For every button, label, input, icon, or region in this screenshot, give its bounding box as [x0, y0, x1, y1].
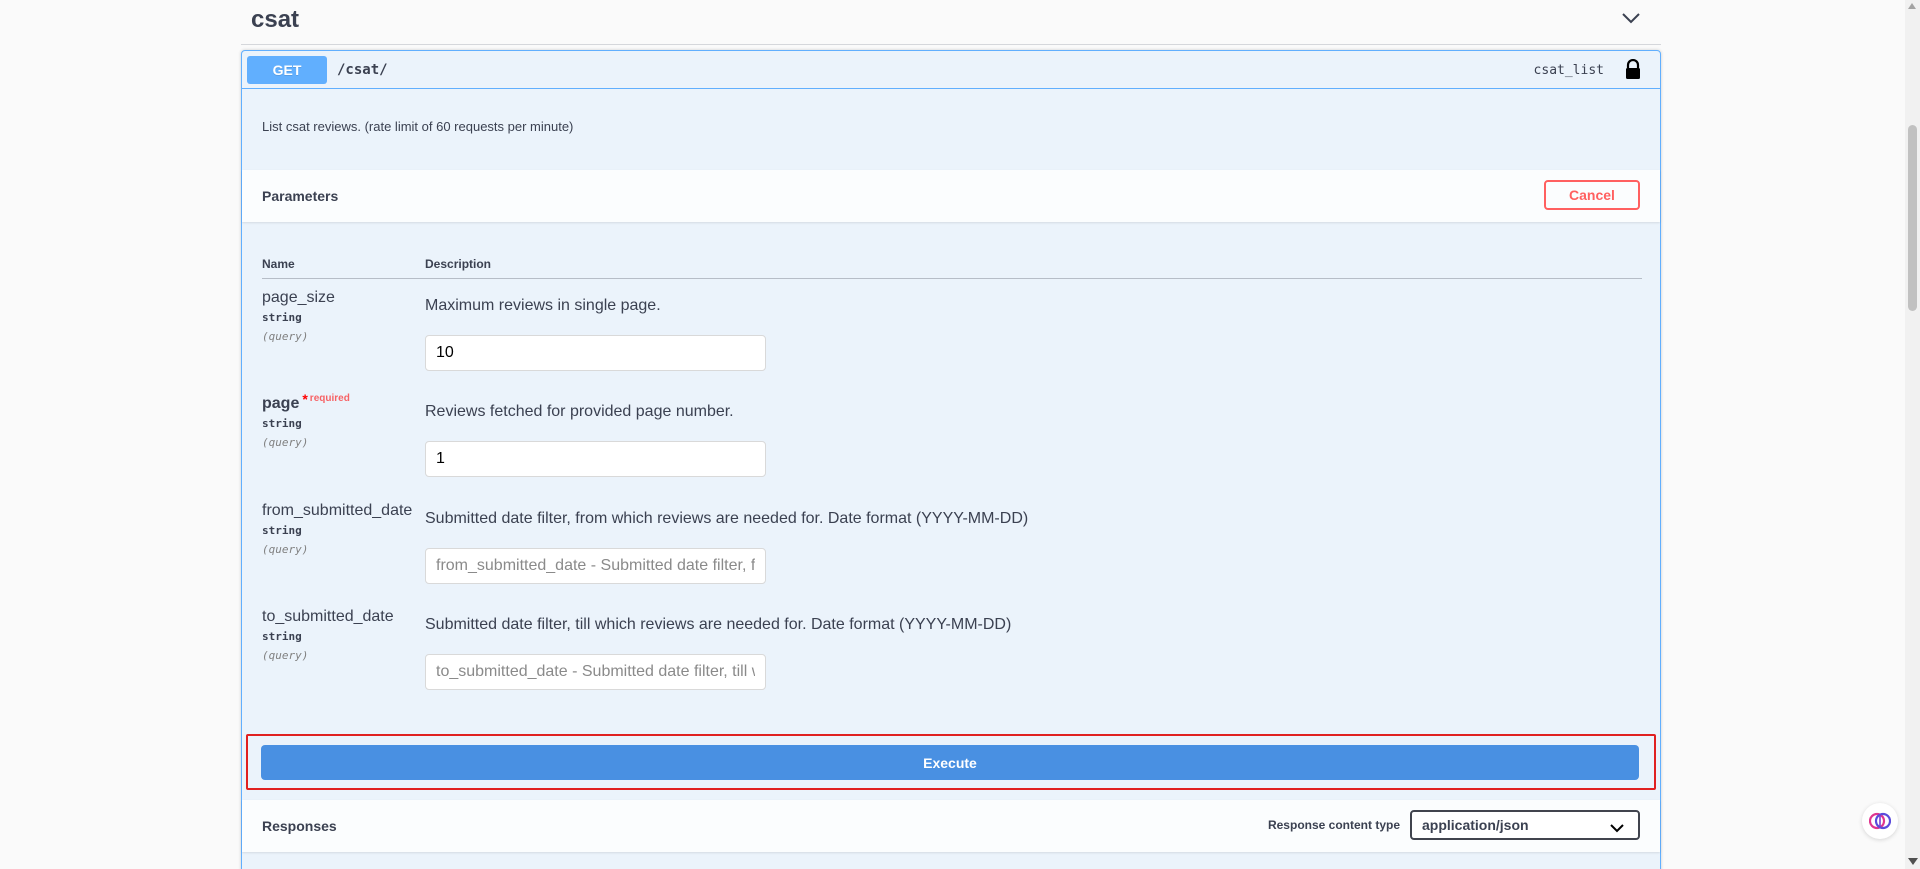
param-name: from_submitted_date	[262, 502, 413, 519]
scroll-down-arrow-icon[interactable]	[1908, 858, 1918, 865]
operation-description: List csat reviews. (rate limit of 60 req…	[262, 119, 574, 134]
param-type: string	[262, 417, 302, 430]
operation-id: csat_list	[1533, 63, 1604, 78]
param-description: Submitted date filter, till which review…	[425, 616, 1012, 633]
param-name: page * required	[262, 391, 350, 413]
swagger-page: csat GET /csat/ csat_list List csat revi…	[0, 0, 1920, 869]
param-name: to_submitted_date	[262, 608, 394, 625]
chevron-down-icon[interactable]	[1619, 8, 1643, 28]
param-location: (query)	[262, 649, 309, 662]
page-input[interactable]	[425, 441, 766, 477]
param-name: page_size	[262, 289, 335, 306]
param-name-text: page	[262, 395, 300, 412]
column-name: Name	[262, 257, 295, 271]
execute-button[interactable]: Execute	[261, 745, 1639, 780]
param-location: (query)	[262, 543, 309, 556]
param-description: Maximum reviews in single page.	[425, 297, 661, 314]
assistant-brain-icon[interactable]	[1862, 803, 1898, 839]
to-submitted-date-input[interactable]	[425, 654, 766, 690]
from-submitted-date-input[interactable]	[425, 548, 766, 584]
response-content-type-select[interactable]: application/json	[1410, 810, 1640, 840]
response-content-type-label: Response content type	[1267, 818, 1400, 832]
param-type: string	[262, 630, 302, 643]
responses-header: Responses Response content type applicat…	[242, 800, 1660, 852]
responses-title: Responses	[262, 818, 337, 834]
param-type: string	[262, 311, 302, 324]
param-location: (query)	[262, 330, 309, 343]
param-description: Submitted date filter, from which review…	[425, 510, 1029, 527]
vertical-scrollbar[interactable]	[1905, 0, 1920, 869]
execute-highlight: Execute	[246, 734, 1656, 790]
param-description: Reviews fetched for provided page number…	[425, 403, 734, 420]
tag-title: csat	[251, 6, 300, 33]
operation-path: /csat/	[337, 62, 388, 78]
parameters-header: Parameters Cancel	[242, 170, 1660, 222]
page-size-input[interactable]	[425, 335, 766, 371]
parameters-table-header: Name Description	[262, 257, 1642, 279]
tag-header[interactable]: csat	[241, 0, 1661, 45]
required-star: *	[302, 391, 308, 407]
lock-icon[interactable]	[1624, 58, 1642, 81]
param-location: (query)	[262, 436, 309, 449]
column-description: Description	[425, 257, 492, 271]
parameters-title: Parameters	[262, 188, 339, 204]
required-label: required	[309, 393, 350, 404]
response-content-type-value: application/json	[1422, 817, 1529, 833]
operation-summary[interactable]: GET /csat/ csat_list	[242, 51, 1660, 89]
param-type: string	[262, 524, 302, 537]
method-badge: GET	[247, 56, 327, 84]
chevron-down-icon	[1610, 820, 1624, 836]
scroll-thumb[interactable]	[1908, 125, 1917, 311]
scroll-up-arrow-icon[interactable]	[1908, 3, 1916, 9]
cancel-button[interactable]: Cancel	[1544, 180, 1640, 210]
operation-block: GET /csat/ csat_list List csat reviews. …	[241, 50, 1661, 869]
